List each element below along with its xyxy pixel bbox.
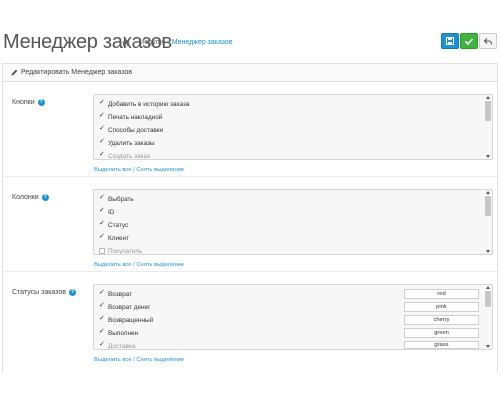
checkbox-checked-icon[interactable]: ✓ (99, 302, 108, 309)
list-item[interactable]: ✓ Доставка (99, 341, 135, 350)
checkbox-checked-icon[interactable]: ✓ (99, 220, 108, 227)
list-item[interactable]: ✓ Добавить в историю заказа (99, 99, 189, 109)
select-all-link[interactable]: Выделить все (94, 167, 132, 173)
buttons-selection-links: Выделить все / Снять выделение (94, 167, 185, 173)
list-item[interactable]: ✓ Клиент (99, 233, 129, 243)
status-color-input[interactable]: grass (404, 341, 479, 349)
checkbox-checked-icon[interactable]: ✓ (99, 315, 108, 322)
columns-label: Колонки ? (12, 194, 49, 201)
select-all-link[interactable]: Выделить все (94, 357, 132, 363)
list-item[interactable]: ✓ Печать накладной (99, 112, 162, 122)
scroll-down-icon[interactable] (486, 250, 490, 253)
buttons-checklist[interactable]: ✓ Добавить в историю заказа ✓ Печать накла… (93, 94, 493, 160)
breadcrumb-modules[interactable]: Модули (138, 39, 163, 46)
help-icon[interactable]: ? (68, 289, 76, 296)
checkbox-checked-icon[interactable]: ✓ (99, 341, 108, 348)
columns-checklist[interactable]: ✓ Выбрать ✓ ID ✓ Статус ✓ Клиент Покупатель (93, 189, 493, 255)
list-item[interactable]: ✓ Выбрать (99, 194, 134, 204)
scrollbar[interactable] (485, 286, 491, 348)
breadcrumb-separator: › (166, 39, 169, 46)
select-all-link[interactable]: Выделить все (94, 262, 132, 268)
deselect-link[interactable]: Снять выделение (136, 262, 184, 268)
columns-selection-links: Выделить все / Снять выделение (94, 262, 185, 268)
checkbox-checked-icon[interactable]: ✓ (99, 328, 108, 335)
checkbox-checked-icon[interactable]: ✓ (99, 289, 108, 296)
reply-icon (484, 37, 492, 45)
statuses-label: Статусы заказов ? (12, 289, 76, 296)
breadcrumb-separator: › (133, 39, 136, 46)
statuses-checklist[interactable]: ✓ Возврат ✓ Возврат денег ✓ Возвращенный ✓ В… (93, 284, 493, 350)
scrollbar[interactable] (485, 191, 491, 253)
statuses-selection-links: Выделить все / Снять выделение (94, 357, 185, 363)
scrollbar-thumb[interactable] (485, 196, 491, 216)
buttons-label: Кнопки ? (12, 99, 45, 106)
list-item[interactable]: ✓ Статус (99, 220, 128, 230)
checkbox-unchecked[interactable] (99, 248, 105, 254)
check-icon (465, 37, 473, 45)
checkbox-checked-icon[interactable]: ✓ (99, 138, 108, 145)
scroll-down-icon[interactable] (486, 345, 490, 348)
apply-button[interactable] (460, 33, 478, 49)
columns-group: Колонки ? ✓ Выбрать ✓ ID ✓ Статус ✓ Клиент П… (3, 177, 497, 272)
list-item[interactable]: ✓ Удалить заказы (99, 138, 155, 148)
status-color-input[interactable]: red (404, 289, 479, 299)
checkbox-checked-icon[interactable]: ✓ (99, 125, 108, 132)
checkbox-checked-icon[interactable]: ✓ (99, 207, 108, 214)
list-item[interactable]: Покупатель (99, 246, 142, 254)
list-item[interactable]: ✓ Возврат (99, 289, 132, 299)
checkbox-checked-icon[interactable]: ✓ (99, 233, 108, 240)
panel-title: Редактировать Менеджер заказов (21, 69, 133, 76)
status-color-input[interactable]: cherry (404, 315, 479, 325)
help-icon[interactable]: ? (41, 194, 49, 201)
pencil-icon (11, 69, 18, 76)
help-icon[interactable]: ? (37, 99, 45, 106)
deselect-link[interactable]: Снять выделение (136, 357, 184, 363)
statuses-group: Статусы заказов ? ✓ Возврат ✓ Возврат дене… (3, 272, 497, 374)
status-color-input[interactable]: green (404, 328, 479, 338)
home-icon[interactable] (122, 39, 130, 46)
buttons-group: Кнопки ? ✓ Добавить в историю заказа ✓ Печ… (3, 82, 497, 177)
back-button[interactable] (479, 33, 497, 49)
scroll-down-icon[interactable] (486, 155, 490, 158)
save-button[interactable] (441, 33, 459, 49)
scrollbar-thumb[interactable] (485, 101, 491, 121)
breadcrumb-order-manager[interactable]: Менеджер заказов (172, 39, 233, 46)
deselect-link[interactable]: Снять выделение (136, 167, 184, 173)
checkbox-checked-icon[interactable]: ✓ (99, 151, 108, 158)
list-item[interactable]: ✓ Создать заказ (99, 151, 150, 160)
edit-panel: Редактировать Менеджер заказов Кнопки ? … (2, 63, 498, 373)
scroll-up-icon[interactable] (486, 286, 490, 289)
checkbox-checked-icon[interactable]: ✓ (99, 99, 108, 106)
panel-heading: Редактировать Менеджер заказов (3, 64, 497, 82)
list-item[interactable]: ✓ Возвращенный (99, 315, 153, 325)
save-icon (446, 37, 454, 45)
scroll-up-icon[interactable] (486, 191, 490, 194)
status-color-input[interactable]: pink (404, 302, 479, 312)
page-header: Менеджер заказов › Модули › Менеджер зак… (0, 26, 500, 60)
scrollbar-thumb[interactable] (485, 291, 491, 307)
scrollbar[interactable] (485, 96, 491, 158)
checkbox-checked-icon[interactable]: ✓ (99, 112, 108, 119)
checkbox-checked-icon[interactable]: ✓ (99, 194, 108, 201)
list-item[interactable]: ✓ Возврат денег (99, 302, 150, 312)
scroll-up-icon[interactable] (486, 96, 490, 99)
breadcrumb: › Модули › Менеджер заказов (122, 39, 233, 46)
list-item[interactable]: ✓ Выполнен (99, 328, 138, 338)
list-item[interactable]: ✓ Способы доставки (99, 125, 163, 135)
list-item[interactable]: ✓ ID (99, 207, 114, 217)
